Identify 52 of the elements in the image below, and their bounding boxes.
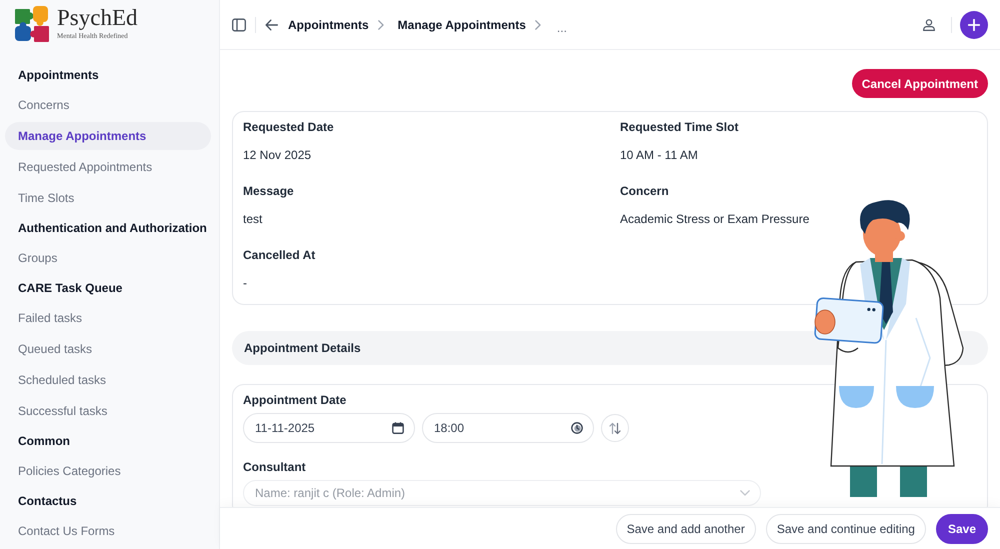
breadcrumb-more[interactable]: ... (556, 14, 567, 34)
nav-link[interactable]: Concerns (5, 91, 211, 119)
nav-link[interactable]: Queued tasks (5, 335, 211, 363)
nav-link[interactable]: Failed tasks (5, 304, 211, 332)
nav-section-heading: Appointments (17, 67, 100, 84)
back-arrow-icon[interactable] (265, 18, 278, 30)
time-input[interactable]: 18:00 (422, 413, 594, 443)
date-input[interactable]: 11-11-2025 (243, 413, 415, 443)
cancel-button[interactable]: Cancel Appointment (852, 69, 988, 98)
brand-name: PsychEd (57, 5, 138, 31)
sidebar-toggle-icon[interactable] (232, 18, 246, 32)
field-value: Academic Stress or Exam Pressure (620, 211, 810, 227)
nav-section-heading: CARE Task Queue (17, 280, 124, 297)
nav-section-heading: Contactus (17, 493, 78, 510)
outline-button[interactable]: Save and continue editing (766, 514, 926, 544)
clock-icon[interactable] (571, 422, 583, 434)
outline-button[interactable]: Save and add another (616, 514, 756, 544)
nav-section-heading: Common (17, 433, 71, 450)
chevron-right-icon (534, 20, 541, 30)
field-label: Cancelled At (243, 247, 316, 263)
field-label: Consultant (243, 459, 306, 475)
nav-link[interactable]: Manage Appointments (5, 122, 211, 150)
field-value: test (243, 211, 262, 227)
breadcrumb-link[interactable]: Manage Appointments (398, 18, 526, 32)
chevron-down-icon (740, 490, 750, 496)
user-icon[interactable] (923, 18, 935, 30)
field-label: Requested Time Slot (620, 119, 738, 135)
field-label: Concern (620, 183, 669, 199)
field-label: Requested Date (243, 119, 334, 135)
nav-link[interactable]: Successful tasks (5, 397, 211, 425)
field-label: Appointment Date (243, 392, 346, 408)
nav-link[interactable]: Contact Us Forms (5, 517, 211, 545)
nav-section-heading: Authentication and Authorization (17, 220, 208, 237)
field-label: Message (243, 183, 294, 199)
nav-link[interactable]: Requested Appointments (5, 153, 211, 181)
nav-link[interactable]: Groups (5, 244, 211, 272)
save-button[interactable]: Save (936, 514, 988, 544)
breadcrumb-link[interactable]: Appointments (288, 18, 369, 32)
puzzle-logo-icon (13, 4, 51, 44)
field-value: - (243, 275, 247, 291)
up-down-arrows-icon (609, 422, 621, 434)
swap-button[interactable] (601, 414, 629, 442)
field-value: 12 Nov 2025 (243, 147, 312, 163)
add-button[interactable] (960, 10, 988, 38)
nav-link[interactable]: Scheduled tasks (5, 366, 211, 394)
plus-icon (968, 18, 980, 30)
field-value: 10 AM - 11 AM (620, 147, 698, 163)
consultant-select[interactable]: Name: ranjit c (Role: Admin) (243, 480, 761, 506)
calendar-icon[interactable] (392, 422, 404, 434)
chevron-right-icon (378, 20, 384, 30)
nav-link[interactable]: Policies Categories (5, 457, 211, 485)
nav-link[interactable]: Time Slots (5, 184, 211, 212)
